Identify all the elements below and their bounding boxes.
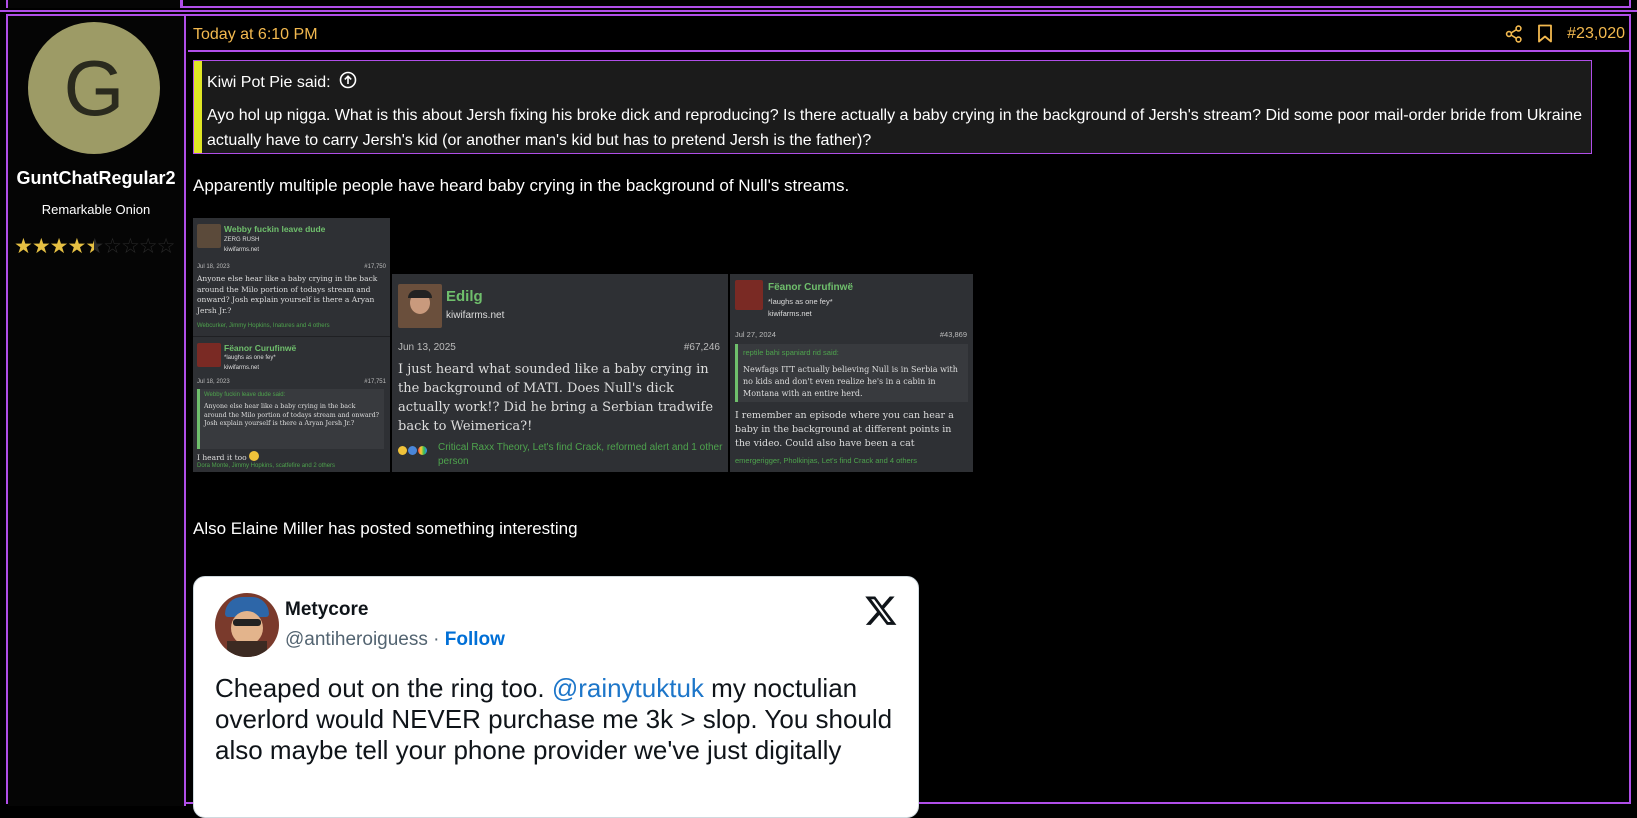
card-date: Jun 13, 2025 [398, 342, 456, 353]
quote-bar [194, 61, 202, 153]
card-user-title: ZERG RUSH [224, 237, 260, 243]
post-date-link[interactable]: Today at 6:10 PM [193, 26, 318, 44]
embedded-tweet[interactable]: Metycore @antiheroiguess · Follow Cheape… [193, 576, 919, 818]
rainbow-emoji-icon [418, 446, 427, 455]
card-inner-quote: Webby fuckin leave dude said: Anyone els… [197, 389, 384, 449]
card-site: kiwifarms.net [224, 247, 260, 253]
arrow-up-circle-icon[interactable] [339, 71, 357, 94]
card-date: Jul 18, 2023 [197, 379, 230, 385]
tweet-text: Cheaped out on the ring too. @rainytuktu… [215, 673, 905, 766]
star-empty-icon: ☆ [156, 235, 176, 258]
screenshot-card-1: Webby fuckin leave dude ZERG RUSH kiwifa… [193, 218, 390, 336]
card-date: Jul 27, 2024 [735, 330, 776, 339]
card-name: Webby fuckin leave dude [224, 224, 326, 234]
star-empty-icon: ☆ [138, 235, 158, 258]
star-full-icon: ★ [67, 235, 86, 258]
card-avatar [735, 280, 763, 310]
card-reactions: emergerigger, Pholkinjas, Let's find Cra… [735, 456, 917, 465]
previous-post-sidebar-edge [6, 0, 182, 8]
post-paragraph-1: Apparently multiple people have heard ba… [193, 176, 850, 195]
previous-post-edge [0, 0, 1637, 12]
star-half-icon: ★ [85, 235, 104, 258]
card-quote-text: Anyone else hear like a baby crying in t… [204, 403, 379, 427]
post-header-actions: #23,020 [1505, 24, 1625, 43]
share-icon[interactable] [1505, 24, 1523, 43]
quote-author-said: Kiwi Pot Pie said: [207, 73, 331, 91]
card-user-title: *laughs as one fey* [768, 297, 833, 306]
tweet-handle[interactable]: @antiheroiguess [285, 629, 428, 650]
tweet-avatar[interactable] [215, 593, 279, 657]
avatar[interactable]: G [28, 22, 160, 154]
quote-block: Kiwi Pot Pie said: Ayo hol up nigga. Wha… [193, 60, 1592, 154]
card-user-title: *laughs as one fey* [224, 355, 276, 361]
quote-text: Ayo hol up nigga. What is this about Jer… [207, 107, 1583, 149]
card-site: kiwifarms.net [446, 310, 505, 321]
post-main: Today at 6:10 PM #23,020 Kiwi Pot Pie sa… [188, 16, 1629, 818]
tweet-follow-button[interactable]: Follow [445, 629, 505, 650]
card-avatar [197, 224, 221, 248]
card-text: I remember an episode where you can hear… [735, 410, 954, 449]
screenshot-card-4: Fëanor Curufinwë *laughs as one fey* kiw… [730, 274, 973, 472]
star-empty-icon: ☆ [103, 235, 122, 258]
post-number-link[interactable]: #23,020 [1567, 25, 1625, 43]
attached-screenshots[interactable]: Webby fuckin leave dude ZERG RUSH kiwifa… [193, 218, 973, 472]
post-user-sidebar: G GuntChatRegular2 Remarkable Onion ★★★★… [8, 16, 186, 806]
card-num: #17,751 [364, 379, 386, 385]
card-inner-quote: reptile bahi spaniard rid said: Newfags … [735, 344, 968, 402]
tweet-display-name[interactable]: Metycore [285, 599, 368, 621]
tweet-text-before: Cheaped out on the ring too. [215, 673, 552, 703]
forum-post: G GuntChatRegular2 Remarkable Onion ★★★★… [6, 14, 1631, 818]
tweet-separator: · [433, 629, 440, 650]
card-quote-said: Webby fuckin leave dude said: [204, 392, 286, 398]
tweet-mention-link[interactable]: @rainytuktuk [552, 673, 704, 703]
card-name: Fëanor Curufinwë [768, 282, 854, 293]
card-text: I heard it too [197, 451, 260, 462]
card-date: Jul 18, 2023 [197, 264, 230, 270]
card-quote-text: Newfags ITT actually believing Null is i… [743, 365, 958, 398]
card-text-value: I heard it too [197, 453, 247, 462]
like-emoji-icon [408, 446, 417, 455]
card-text: Anyone else hear like a baby crying in t… [197, 274, 378, 315]
x-logo-icon[interactable] [864, 593, 898, 627]
screenshot-card-3: Edilg kiwifarms.net Jun 13, 2025 #67,246… [392, 274, 728, 472]
post-paragraph-2: Also Elaine Miller has posted something … [193, 519, 578, 538]
card-name: Fëanor Curufinwë [224, 343, 297, 353]
thinking-emoji-icon [249, 451, 260, 461]
star-empty-icon: ☆ [120, 235, 140, 258]
card-name: Edilg [446, 288, 483, 305]
card-reaction-emojis [398, 446, 427, 455]
card-quote-said: reptile bahi spaniard rid said: [743, 348, 839, 357]
star-full-icon: ★ [49, 235, 69, 258]
previous-post-body-edge [181, 0, 1631, 8]
screenshot-card-2: Fëanor Curufinwë *laughs as one fey* kiw… [193, 336, 390, 472]
user-title: Remarkable Onion [41, 202, 151, 217]
card-site: kiwifarms.net [224, 365, 260, 371]
user-rating-stars: ★★★★★☆☆☆☆ [14, 234, 176, 259]
card-site: kiwifarms.net [768, 309, 812, 318]
quote-attribution[interactable]: Kiwi Pot Pie said: [207, 71, 357, 94]
thinking-emoji-icon [398, 446, 407, 455]
bookmark-icon[interactable] [1537, 24, 1553, 43]
star-full-icon: ★ [14, 235, 33, 258]
card-reactions: Dora Monte, Jimmy Hopkins, scatfefire an… [197, 463, 336, 469]
avatar-letter: G [63, 44, 125, 132]
card-avatar [398, 284, 442, 328]
card-num: #67,246 [683, 342, 720, 353]
card-reactions: Webcurker, Jimmy Hopkins, Inatures and 4… [197, 323, 330, 329]
card-num: #43,869 [939, 330, 967, 339]
card-reactions: Critical Raxx Theory, Let's find Crack, … [438, 442, 723, 467]
card-text: I just heard what sounded like a baby cr… [398, 362, 714, 434]
tweet-handle-line: @antiheroiguess · Follow [285, 629, 505, 651]
post-header: Today at 6:10 PM #23,020 [188, 16, 1629, 52]
star-full-icon: ★ [31, 235, 51, 258]
username[interactable]: GuntChatRegular2 [8, 168, 184, 189]
card-avatar [197, 343, 221, 367]
card-num: #17,750 [364, 264, 386, 270]
